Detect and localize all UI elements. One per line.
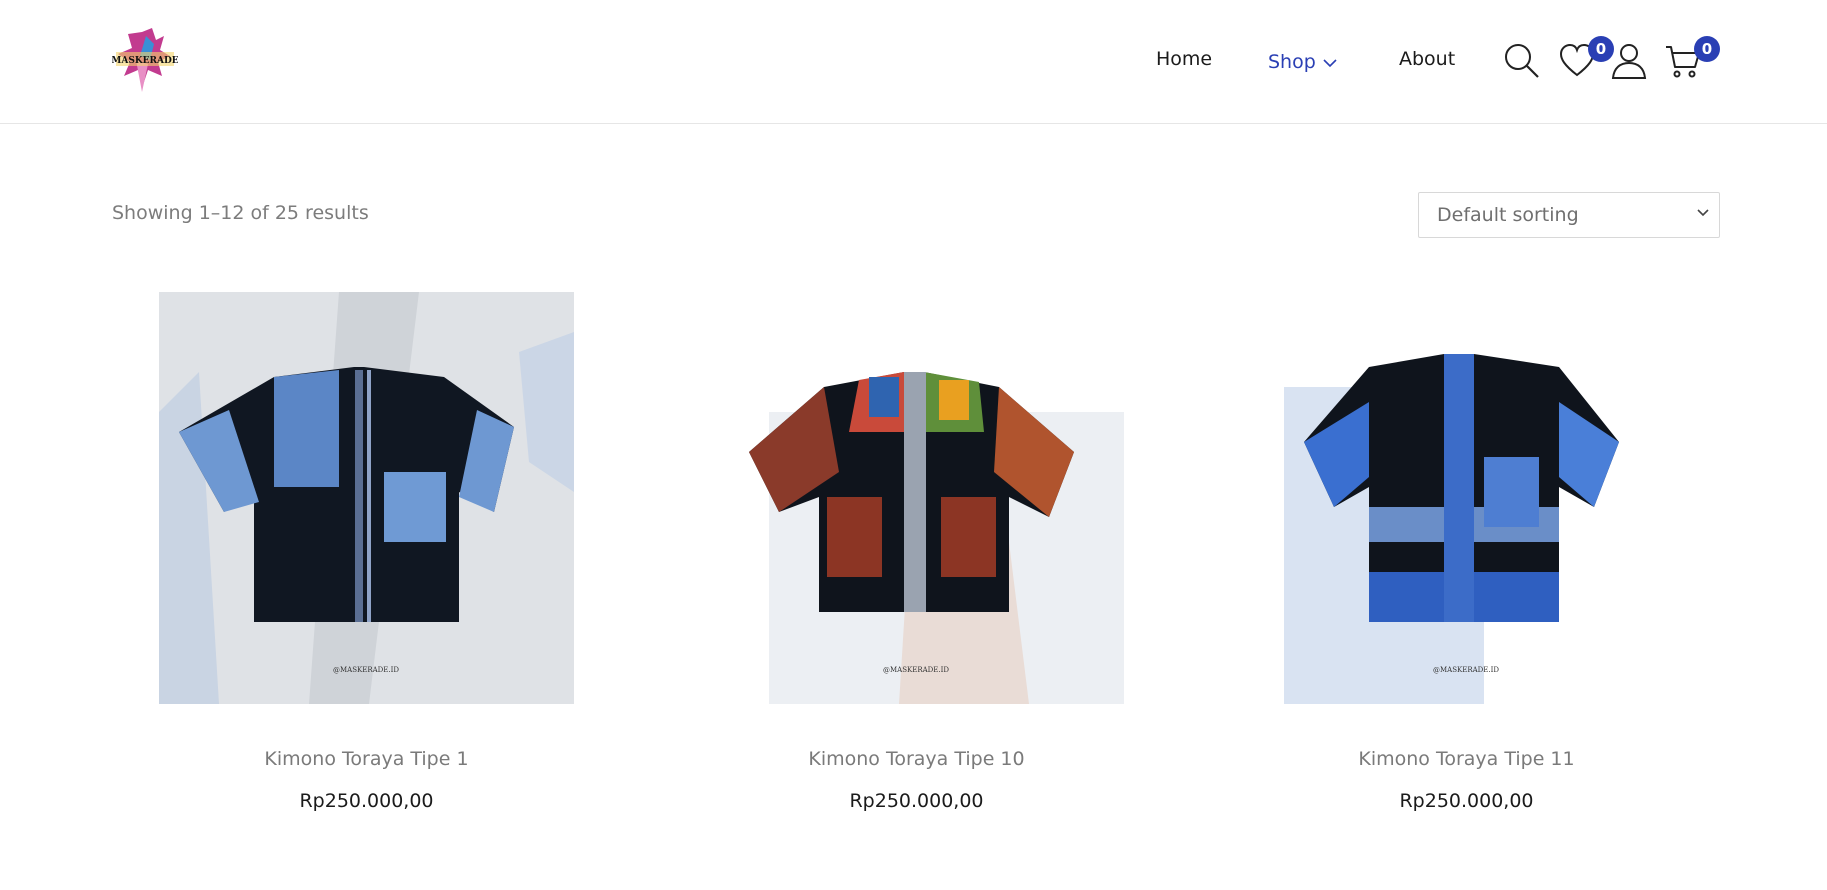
product-price: Rp250.000,00	[1399, 790, 1534, 812]
product-title[interactable]: Kimono Toraya Tipe 10	[684, 748, 1149, 770]
product-price: Rp250.000,00	[299, 790, 434, 812]
image-watermark: @MASKERADE.ID	[883, 666, 949, 674]
product-image[interactable]: @MASKERADE.ID	[709, 292, 1124, 704]
product-price: Rp250.000,00	[849, 790, 984, 812]
chevron-down-icon	[1323, 58, 1337, 67]
search-icon[interactable]	[1503, 42, 1541, 80]
product-image[interactable]: @MASKERADE.ID	[1259, 292, 1674, 704]
product-image[interactable]: @MASKERADE.ID	[159, 292, 574, 704]
nav-about[interactable]: About	[1399, 48, 1455, 76]
image-watermark: @MASKERADE.ID	[1433, 666, 1499, 674]
sorting-selected: Default sorting	[1437, 204, 1579, 226]
site-logo[interactable]: MASKERADE	[111, 26, 179, 96]
nav-shop-label: Shop	[1268, 51, 1316, 73]
user-icon[interactable]	[1610, 42, 1648, 80]
cart-count-badge: 0	[1694, 36, 1720, 62]
product-title[interactable]: Kimono Toraya Tipe 1	[134, 748, 599, 770]
nav-home[interactable]: Home	[1156, 48, 1212, 76]
nav-shop[interactable]: Shop	[1268, 48, 1337, 76]
logo-text: MASKERADE	[112, 56, 178, 66]
image-watermark: @MASKERADE.ID	[333, 666, 399, 674]
product-title[interactable]: Kimono Toraya Tipe 11	[1234, 748, 1699, 770]
site-header: MASKERADE Home Shop About 0 0	[0, 0, 1827, 124]
sorting-select[interactable]: Default sorting	[1418, 192, 1720, 238]
results-count: Showing 1–12 of 25 results	[112, 202, 369, 224]
chevron-down-icon	[1697, 209, 1709, 217]
